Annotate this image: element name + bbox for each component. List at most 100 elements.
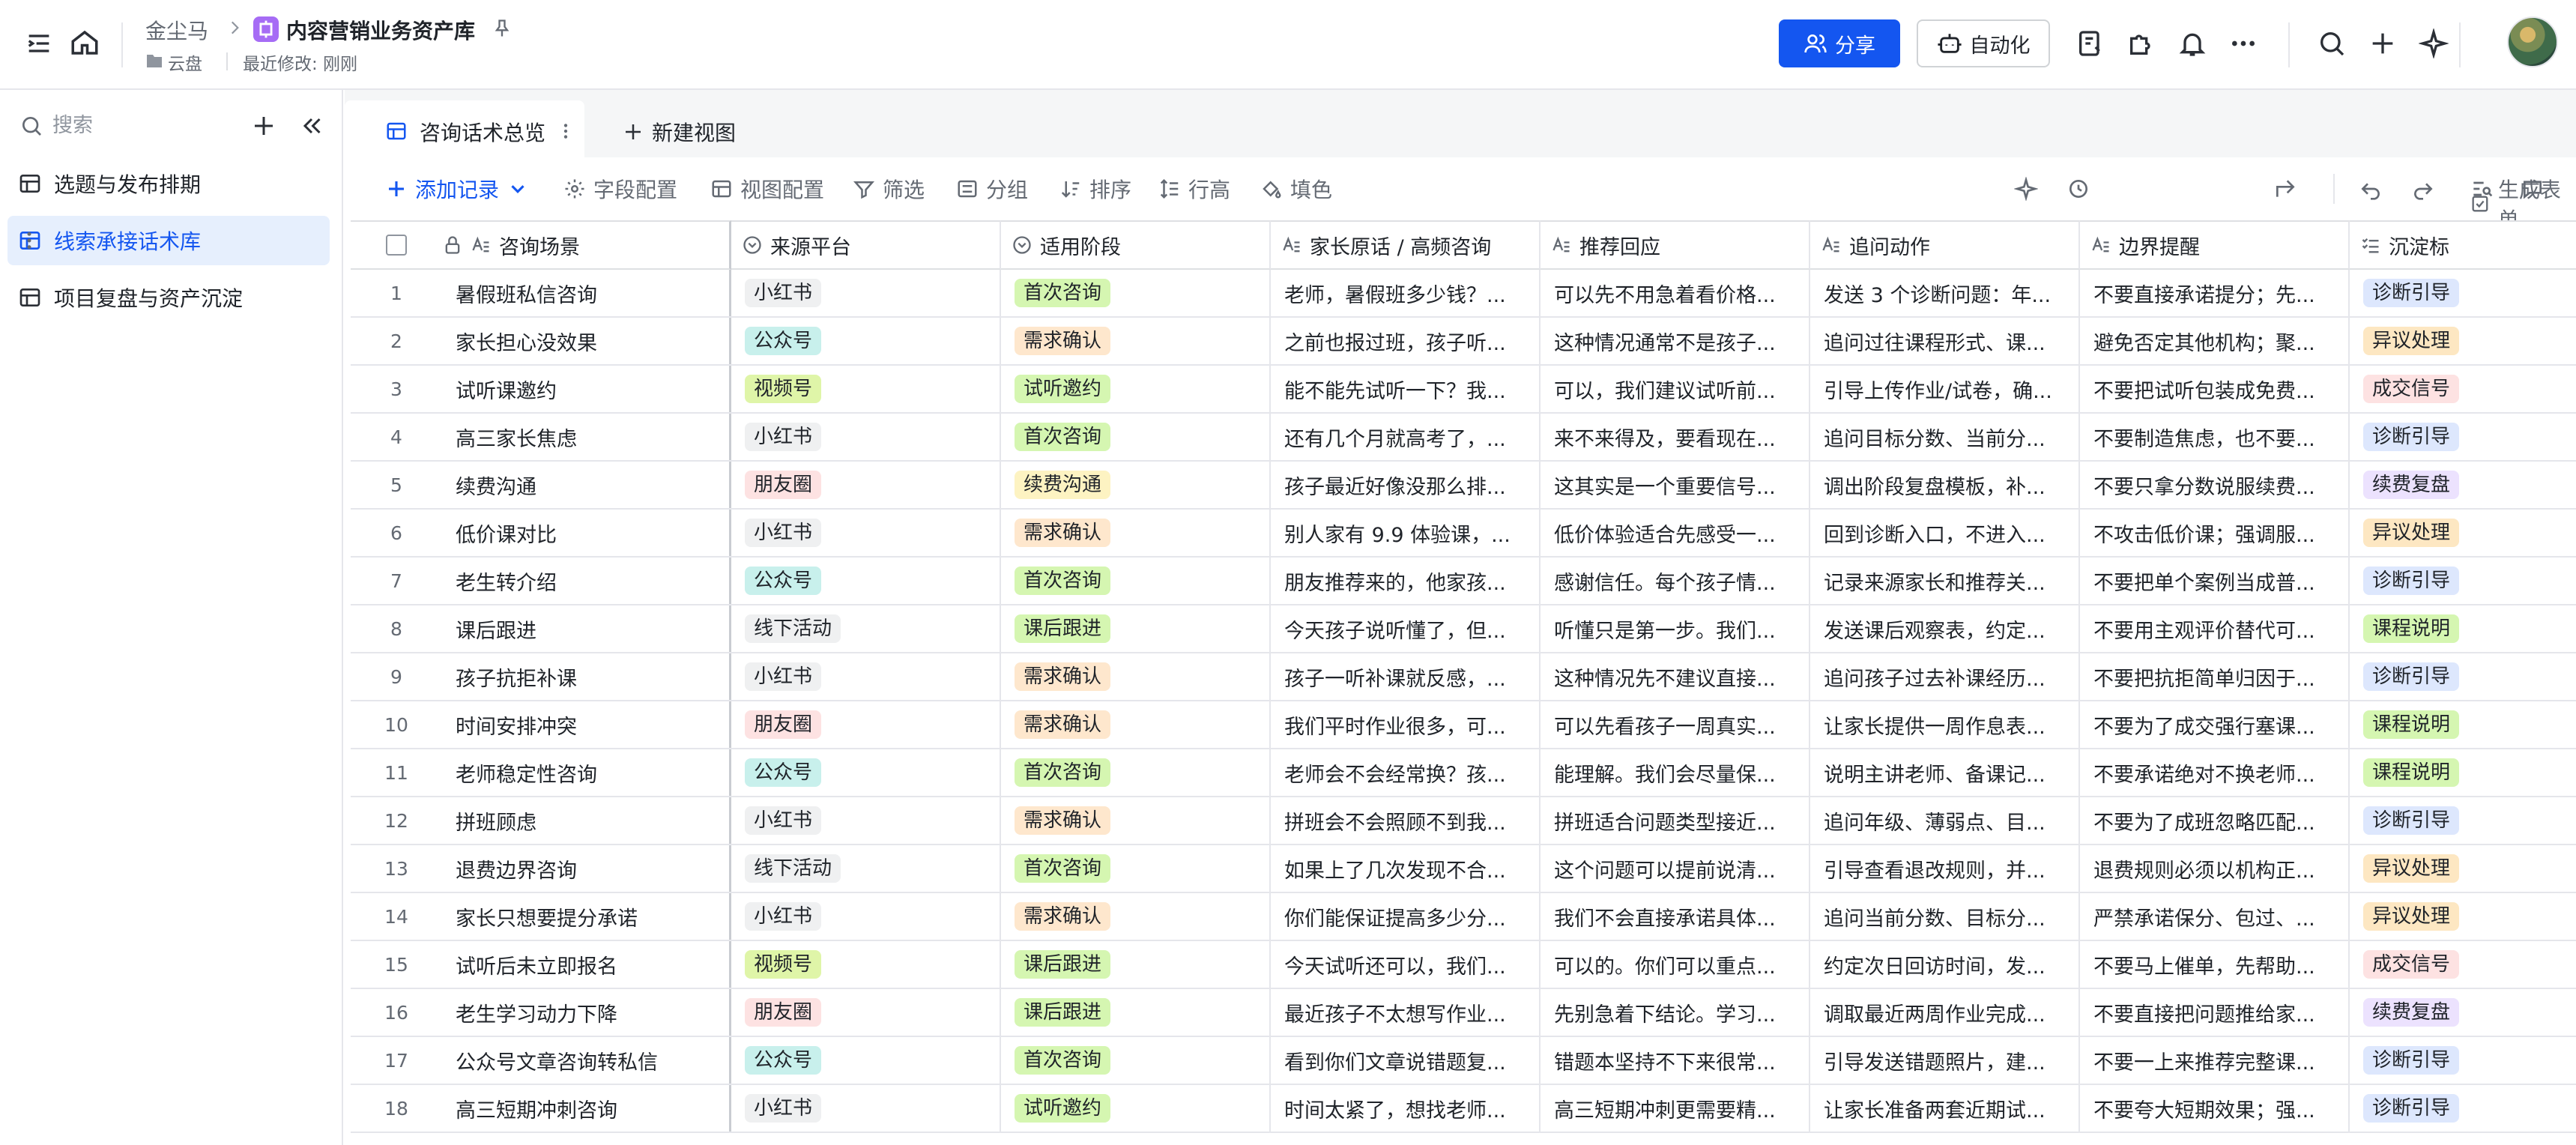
cell-platform[interactable]: 朋友圈 <box>731 989 1001 1036</box>
document-info-icon[interactable] <box>2075 28 2105 58</box>
cell-scene[interactable]: 退费边界咨询 <box>442 845 731 892</box>
table-row[interactable]: 3 试听课邀约 视频号 试听邀约 能不能先试听一下？我... 可以，我们建议试听前... 引… <box>351 366 2576 414</box>
table-row[interactable]: 5 续费沟通 朋友圈 续费沟通 孩子最近好像没那么排... 这其实是一个重要信号... 调出… <box>351 462 2576 510</box>
cell-stage[interactable]: 首次咨询 <box>1001 270 1271 316</box>
cell-boundary[interactable]: 不要只拿分数说服续费... <box>2080 462 2350 508</box>
cell-action[interactable]: 追问目标分数、当前分... <box>1810 414 2080 460</box>
cell-boundary[interactable]: 不要承诺绝对不换老师... <box>2080 749 2350 796</box>
cell-boundary[interactable]: 不攻击低价课；强调服... <box>2080 510 2350 556</box>
table-row[interactable]: 13 退费边界咨询 线下活动 首次咨询 如果上了几次发现不合... 这个问题可以提前说清.… <box>351 845 2576 893</box>
cell-reply[interactable]: 可以的。你们可以重点... <box>1541 941 1810 988</box>
cell-tag[interactable]: 诊断引导 <box>2350 1085 2576 1132</box>
cell-scene[interactable]: 老生学习动力下降 <box>442 989 731 1036</box>
chevron-down-icon[interactable] <box>507 178 529 200</box>
table-row[interactable]: 7 老生转介绍 公众号 首次咨询 朋友推荐来的，他家孩... 感谢信任。每个孩子情... 记… <box>351 558 2576 605</box>
row-number[interactable]: 12 <box>351 797 442 844</box>
cell-reply[interactable]: 低价体验适合先感受一... <box>1541 510 1810 556</box>
search-icon[interactable] <box>2317 28 2347 58</box>
avatar[interactable] <box>2507 16 2558 67</box>
column-header-platform[interactable]: 来源平台 <box>731 220 1001 270</box>
table-row[interactable]: 15 试听后未立即报名 视频号 课后跟进 今天试听还可以，我们... 可以的。你们可以重点… <box>351 941 2576 989</box>
cell-action[interactable]: 说明主讲老师、备课记... <box>1810 749 2080 796</box>
cell-action[interactable]: 追问过往课程形式、课... <box>1810 318 2080 364</box>
view-config-button[interactable]: 视图配置 <box>710 174 824 204</box>
cell-platform[interactable]: 公众号 <box>731 558 1001 604</box>
cell-quote[interactable]: 孩子一听补课就反感，... <box>1271 653 1541 700</box>
cell-quote[interactable]: 能不能先试听一下？我... <box>1271 366 1541 412</box>
new-view-button[interactable]: 新建视图 <box>622 117 736 147</box>
cell-tag[interactable]: 续费复盘 <box>2350 989 2576 1036</box>
cell-quote[interactable]: 朋友推荐来的，他家孩... <box>1271 558 1541 604</box>
cell-scene[interactable]: 课后跟进 <box>442 605 731 652</box>
cell-quote[interactable]: 老师会不会经常换？孩... <box>1271 749 1541 796</box>
cell-reply[interactable]: 这种情况通常不是孩子... <box>1541 318 1810 364</box>
cell-scene[interactable]: 试听后未立即报名 <box>442 941 731 988</box>
sort-button[interactable]: 排序 <box>1059 174 1131 204</box>
row-number[interactable]: 5 <box>351 462 442 508</box>
sparkle-icon[interactable] <box>2419 28 2449 58</box>
table-row[interactable]: 14 家长只想要提分承诺 小红书 需求确认 你们能保证提高多少分... 我们不会直接承诺具… <box>351 893 2576 941</box>
sidebar-search-input[interactable] <box>52 109 232 141</box>
cell-quote[interactable]: 看到你们文章说错题复... <box>1271 1037 1541 1084</box>
cell-action[interactable]: 追问当前分数、目标分... <box>1810 893 2080 940</box>
collapse-sidebar-icon[interactable] <box>298 112 325 139</box>
cell-action[interactable]: 记录来源家长和推荐关... <box>1810 558 2080 604</box>
cell-boundary[interactable]: 不要制造焦虑，也不要... <box>2080 414 2350 460</box>
cell-tag[interactable]: 诊断引导 <box>2350 414 2576 460</box>
table-row[interactable]: 16 老生学习动力下降 朋友圈 课后跟进 最近孩子不太想写作业... 先别急着下结论。学习… <box>351 989 2576 1037</box>
column-header-action[interactable]: 追问动作 <box>1810 220 2080 270</box>
cell-boundary[interactable]: 不要为了成交强行塞课... <box>2080 701 2350 748</box>
cell-quote[interactable]: 如果上了几次发现不合... <box>1271 845 1541 892</box>
column-header-reply[interactable]: 推荐回应 <box>1541 220 1810 270</box>
cell-action[interactable]: 引导查看退改规则，并... <box>1810 845 2080 892</box>
cell-stage[interactable]: 需求确认 <box>1001 893 1271 940</box>
cell-action[interactable]: 追问孩子过去补课经历... <box>1810 653 2080 700</box>
cell-stage[interactable]: 课后跟进 <box>1001 605 1271 652</box>
cell-scene[interactable]: 老生转介绍 <box>442 558 731 604</box>
cell-scene[interactable]: 低价课对比 <box>442 510 731 556</box>
cell-boundary[interactable]: 不要夸大短期效果；强... <box>2080 1085 2350 1132</box>
sidebar-item-scripts[interactable]: 线索承接话术库 <box>7 216 330 265</box>
redo-icon[interactable] <box>2411 177 2435 201</box>
tab-overview[interactable]: 咨询话术总览 <box>345 100 584 157</box>
cell-quote[interactable]: 时间太紧了，想找老师... <box>1271 1085 1541 1132</box>
cell-platform[interactable]: 公众号 <box>731 1037 1001 1084</box>
cell-quote[interactable]: 今天试听还可以，我们... <box>1271 941 1541 988</box>
cell-action[interactable]: 追问年级、薄弱点、目... <box>1810 797 2080 844</box>
cell-reply[interactable]: 错题本坚持不下来很常... <box>1541 1037 1810 1084</box>
table-row[interactable]: 11 老师稳定性咨询 公众号 首次咨询 老师会不会经常换？孩... 能理解。我们会尽量保.… <box>351 749 2576 797</box>
cell-platform[interactable]: 小红书 <box>731 893 1001 940</box>
find-icon[interactable] <box>2470 177 2494 201</box>
row-number[interactable]: 3 <box>351 366 442 412</box>
row-number[interactable]: 14 <box>351 893 442 940</box>
cell-stage[interactable]: 首次咨询 <box>1001 749 1271 796</box>
cell-scene[interactable]: 试听课邀约 <box>442 366 731 412</box>
table-row[interactable]: 9 孩子抗拒补课 小红书 需求确认 孩子一听补课就反感，... 这种情况先不建议直接...… <box>351 653 2576 701</box>
cell-boundary[interactable]: 不要一上来推荐完整课... <box>2080 1037 2350 1084</box>
cell-tag[interactable]: 成交信号 <box>2350 366 2576 412</box>
cell-stage[interactable]: 首次咨询 <box>1001 414 1271 460</box>
table-row[interactable]: 8 课后跟进 线下活动 课后跟进 今天孩子说听懂了，但... 听懂只是第一步。我们... 发… <box>351 605 2576 653</box>
cell-stage[interactable]: 需求确认 <box>1001 318 1271 364</box>
cell-platform[interactable]: 线下活动 <box>731 605 1001 652</box>
cell-platform[interactable]: 小红书 <box>731 797 1001 844</box>
filter-button[interactable]: 筛选 <box>853 174 925 204</box>
row-number[interactable]: 7 <box>351 558 442 604</box>
cell-boundary[interactable]: 避免否定其他机构；聚... <box>2080 318 2350 364</box>
cell-boundary[interactable]: 不要把试听包装成免费... <box>2080 366 2350 412</box>
column-header-quote[interactable]: 家长原话 / 高频咨询 <box>1271 220 1541 270</box>
row-number[interactable]: 15 <box>351 941 442 988</box>
cell-tag[interactable]: 课程说明 <box>2350 605 2576 652</box>
home-icon[interactable] <box>69 27 100 58</box>
bell-icon[interactable] <box>2177 28 2207 58</box>
cell-platform[interactable]: 小红书 <box>731 653 1001 700</box>
page-title[interactable]: 内容营销业务资产库 <box>286 15 475 45</box>
cell-reply[interactable]: 这种情况先不建议直接... <box>1541 653 1810 700</box>
cell-reply[interactable]: 先别急着下结论。学习... <box>1541 989 1810 1036</box>
cell-stage[interactable]: 课后跟进 <box>1001 989 1271 1036</box>
cell-reply[interactable]: 这其实是一个重要信号... <box>1541 462 1810 508</box>
plugin-icon[interactable] <box>2126 28 2156 58</box>
share-button[interactable]: 分享 <box>1779 19 1900 67</box>
cell-scene[interactable]: 暑假班私信咨询 <box>442 270 731 316</box>
breadcrumb-root[interactable]: 金尘马 <box>145 15 208 45</box>
